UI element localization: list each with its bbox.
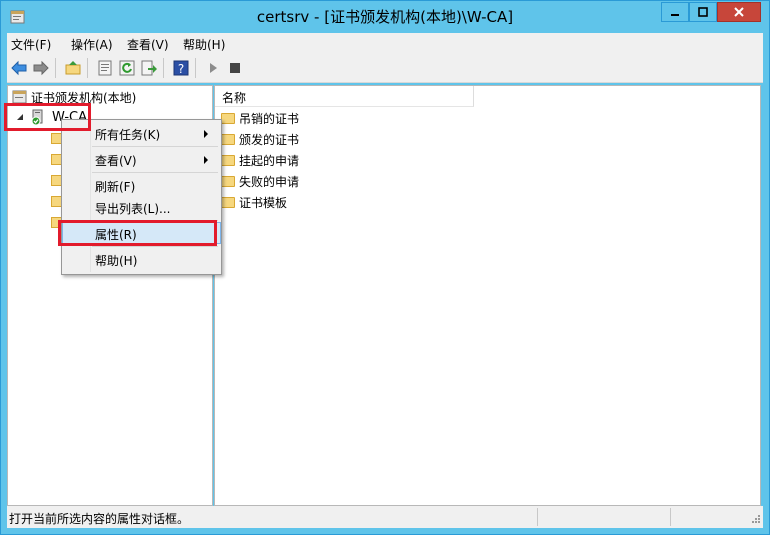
list-item[interactable]: 挂起的申请 (221, 151, 299, 169)
stop-service-icon[interactable] (227, 60, 243, 76)
menu-item-label: 所有任务(K) (95, 128, 161, 142)
status-divider (537, 508, 538, 526)
list-item-label: 吊销的证书 (239, 111, 300, 126)
menu-item-label: 帮助(H) (95, 254, 138, 268)
resize-grip-icon[interactable] (751, 514, 761, 524)
properties-icon[interactable] (97, 60, 113, 76)
menu-separator (92, 246, 218, 247)
menu-item-label: 刷新(F) (95, 180, 136, 194)
toolbar-separator (55, 58, 56, 78)
close-icon (734, 7, 744, 17)
menu-separator (92, 146, 218, 147)
toolbar-separator (195, 58, 196, 78)
folder-icon (221, 175, 235, 187)
status-divider (670, 508, 671, 526)
toolbar-separator (163, 58, 164, 78)
menu-item-export-list[interactable]: 导出列表(L)... (62, 196, 221, 218)
toolbar: ? (7, 54, 763, 83)
submenu-arrow-icon (204, 130, 208, 138)
column-header-label: 名称 (222, 91, 247, 105)
status-text: 打开当前所选内容的属性对话框。 (9, 512, 190, 526)
list-item[interactable]: 失败的申请 (221, 172, 299, 190)
list-item[interactable]: 颁发的证书 (221, 130, 299, 148)
submenu-arrow-icon (204, 156, 208, 164)
minimize-button[interactable] (661, 2, 689, 22)
menu-item-view[interactable]: 查看(V) (62, 148, 221, 170)
window-title: certsrv - [证书颁发机构(本地)\W-CA] (256, 8, 514, 26)
toolbar-separator (87, 58, 88, 78)
highlight-box-w-ca (4, 103, 91, 131)
menu-item-label: 导出列表(L)... (95, 202, 171, 216)
svg-text:?: ? (178, 62, 184, 76)
list-item[interactable]: 吊销的证书 (221, 109, 299, 127)
status-bar: 打开当前所选内容的属性对话框。 (7, 506, 763, 528)
column-header-name[interactable]: 名称 (215, 86, 474, 107)
list-item-label: 挂起的申请 (239, 153, 300, 168)
menu-item-help[interactable]: 帮助(H) (62, 248, 221, 270)
list-item-label: 证书模板 (239, 195, 288, 210)
minimize-icon (671, 14, 679, 16)
menu-file[interactable]: 文件(F) (11, 36, 51, 53)
close-button[interactable] (717, 2, 761, 22)
menu-help[interactable]: 帮助(H) (183, 36, 225, 53)
start-service-icon[interactable] (205, 60, 221, 76)
list-item-label: 失败的申请 (239, 174, 300, 189)
menu-item-label: 查看(V) (95, 154, 137, 168)
folder-icon (221, 133, 235, 145)
refresh-icon[interactable] (119, 60, 135, 76)
list-item[interactable]: 证书模板 (221, 193, 287, 211)
menu-separator (92, 172, 218, 173)
forward-arrow-icon[interactable] (33, 60, 49, 76)
menu-action[interactable]: 操作(A) (71, 36, 113, 53)
highlight-box-properties (58, 220, 217, 246)
title-bar[interactable]: certsrv - [证书颁发机构(本地)\W-CA] (1, 1, 769, 32)
maximize-button[interactable] (689, 2, 717, 22)
menu-view[interactable]: 查看(V) (127, 36, 169, 53)
up-folder-icon[interactable] (65, 60, 81, 76)
folder-icon (221, 196, 235, 208)
menu-item-refresh[interactable]: 刷新(F) (62, 174, 221, 196)
folder-icon (221, 112, 235, 124)
folder-icon (221, 154, 235, 166)
back-arrow-icon[interactable] (11, 60, 27, 76)
context-menu: 所有任务(K) 查看(V) 刷新(F) 导出列表(L)... 属性(R) 帮助(… (61, 119, 222, 275)
help-icon[interactable]: ? (173, 60, 189, 76)
list-pane: 名称 吊销的证书 颁发的证书 挂起的申请 失败的申请 证书模板 (214, 85, 761, 506)
export-list-icon[interactable] (141, 60, 157, 76)
maximize-icon (698, 7, 708, 17)
list-item-label: 颁发的证书 (239, 132, 300, 147)
menu-bar: 文件(F) 操作(A) 查看(V) 帮助(H) (7, 33, 763, 54)
